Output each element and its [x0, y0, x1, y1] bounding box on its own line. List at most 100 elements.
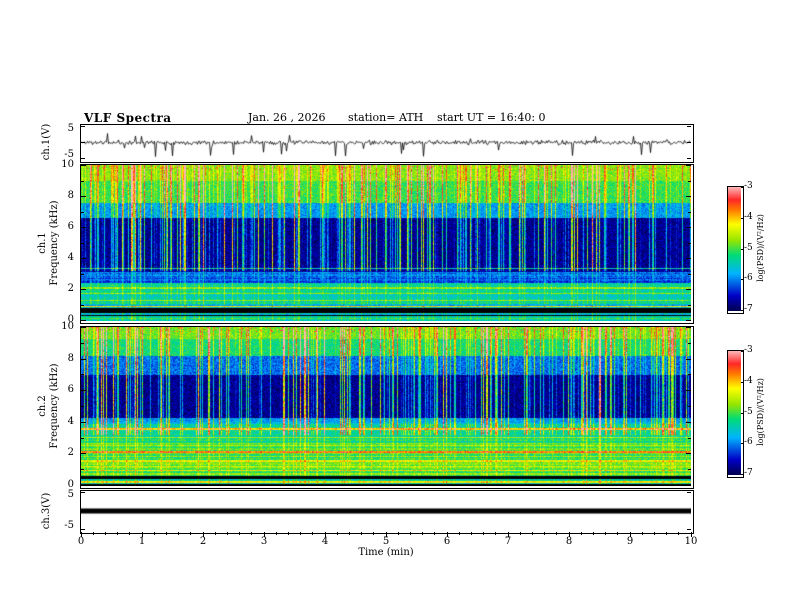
cbar1-tick	[741, 279, 744, 281]
figure-title: VLF Spectra	[84, 111, 172, 125]
spec1-y-tick-label: 10	[61, 159, 74, 170]
x-minor-tick	[666, 532, 668, 535]
spec2-y-tick	[81, 358, 86, 360]
wave3-y-tick-label: -5	[64, 520, 74, 531]
cbar2-tick	[741, 381, 744, 383]
spec2-y-minor-tick	[688, 374, 691, 376]
ch2-spectrogram-canvas	[81, 327, 691, 486]
x-minor-tick	[251, 532, 253, 535]
x-minor-tick	[641, 532, 643, 535]
ch2-colorbar-canvas	[728, 351, 741, 475]
spec1-y-tick-label: 4	[67, 252, 74, 263]
spec1-y-tick	[686, 196, 691, 197]
spec2-y-tick	[686, 390, 691, 392]
cbar2-tick-label: -7	[744, 468, 753, 478]
x-minor-tick	[580, 532, 582, 535]
ch1-colorbar-label: log(PSD)/(V²/Hz)	[756, 214, 766, 282]
cbar1-tick-label: -5	[744, 242, 753, 253]
x-tick-label: 2	[199, 536, 207, 547]
x-minor-tick	[153, 532, 155, 535]
x-minor-tick	[348, 532, 350, 535]
cbar2-tick	[741, 351, 744, 352]
x-minor-tick	[397, 532, 399, 535]
x-minor-tick	[495, 532, 497, 535]
cbar1-tick-label: -7	[744, 304, 753, 314]
spec1-y-minor-tick	[81, 180, 84, 182]
ch2-frequency-axis-label-line2: Frequency (kHz)	[49, 363, 60, 449]
spec1-y-tick-label: 8	[67, 190, 74, 201]
spec2-y-tick	[686, 485, 691, 486]
spec2-y-tick-label: 2	[67, 447, 74, 459]
x-minor-tick	[434, 532, 436, 535]
x-minor-tick	[214, 532, 216, 535]
ch2-frequency-axis-label: ch.2 Frequency (kHz)	[37, 363, 61, 448]
x-minor-tick	[617, 532, 619, 535]
ch2-spectrogram-panel	[80, 326, 694, 489]
cbar1-tick	[741, 310, 744, 311]
spec2-y-tick-label: 10	[61, 321, 74, 332]
spec2-y-tick-label: 6	[67, 384, 74, 396]
spec1-y-tick	[686, 165, 691, 166]
x-minor-tick	[239, 532, 241, 535]
wave1-y-tick	[81, 126, 85, 127]
x-minor-tick	[287, 532, 289, 535]
ch2-colorbar	[727, 350, 744, 478]
cbar1-tick-label: -4	[744, 211, 753, 222]
spec1-y-tick	[686, 320, 691, 321]
ch3-waveform-canvas	[81, 491, 691, 531]
cbar2-tick-label: -3	[744, 345, 753, 355]
ch1-frequency-axis-label: ch.1 Frequency (kHz)	[37, 200, 61, 285]
wave1-y-tick	[687, 142, 691, 143]
time-axis-label: Time (min)	[358, 547, 414, 558]
ch1-spectrogram-panel	[80, 164, 694, 324]
spec1-y-minor-tick	[688, 180, 691, 182]
ch1-waveform-panel	[80, 124, 694, 163]
x-tick-label: 8	[565, 536, 573, 547]
station-label: station= ATH	[348, 111, 424, 124]
ch2-frequency-axis-label-line1: ch.2	[37, 395, 48, 417]
spec2-y-minor-tick	[81, 437, 84, 439]
wave1-y-tick	[81, 142, 85, 143]
spec2-y-tick	[686, 453, 691, 455]
wave1-y-tick	[687, 126, 691, 127]
x-minor-tick	[531, 532, 533, 535]
x-minor-tick	[190, 532, 192, 535]
ch1-spectrogram-canvas	[81, 165, 691, 321]
x-minor-tick	[373, 532, 375, 535]
vlf-spectra-figure: VLF Spectra Jan. 26 , 2026 station= ATH …	[0, 0, 792, 612]
x-minor-tick	[483, 532, 485, 535]
spec1-y-tick	[81, 196, 86, 197]
wave1-y-tick	[81, 158, 85, 159]
start-ut-label: start UT = 16:40: 0	[437, 111, 546, 124]
spec2-y-tick	[81, 485, 86, 486]
wave1-y-tick	[687, 158, 691, 159]
spec2-y-tick	[81, 453, 86, 455]
x-minor-tick	[470, 532, 472, 535]
spec1-y-minor-tick	[81, 242, 84, 244]
x-minor-tick	[104, 532, 106, 535]
x-tick-label: 6	[443, 536, 451, 547]
x-minor-tick	[605, 532, 607, 535]
x-minor-tick	[519, 532, 521, 535]
spec2-y-tick	[81, 390, 86, 392]
spec2-y-minor-tick	[81, 374, 84, 376]
spec2-y-tick	[686, 327, 691, 328]
spec1-y-minor-tick	[81, 211, 84, 213]
x-tick-label: 1	[138, 536, 146, 547]
spec1-y-tick	[686, 258, 691, 259]
spec1-y-minor-tick	[688, 304, 691, 306]
wave3-y-tick	[687, 510, 691, 512]
cbar1-tick-label: -3	[744, 181, 753, 191]
wave3-y-tick	[687, 492, 691, 493]
x-minor-tick	[556, 532, 558, 535]
ch3-waveform-panel	[80, 490, 694, 534]
cbar1-tick	[741, 217, 744, 219]
x-tick-label: 4	[321, 536, 329, 547]
spec1-y-tick	[81, 289, 86, 290]
wave3-y-tick	[81, 510, 85, 512]
wave3-y-tick	[687, 529, 691, 530]
cbar1-tick	[741, 248, 744, 250]
spec1-y-minor-tick	[81, 304, 84, 306]
wave1-y-tick-label: 5	[67, 123, 74, 134]
cbar2-tick-label: -4	[744, 375, 753, 386]
